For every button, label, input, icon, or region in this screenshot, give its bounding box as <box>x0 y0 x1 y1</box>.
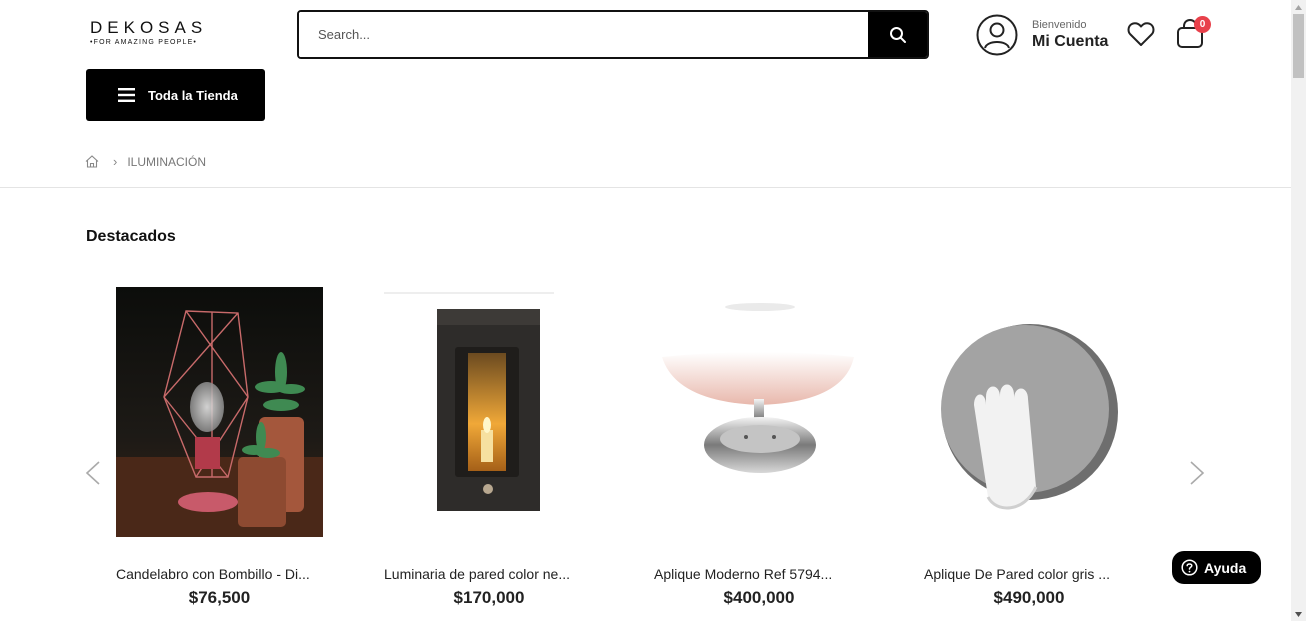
brand-name: DEKOSAS <box>90 18 208 37</box>
product-price: $490,000 <box>993 588 1065 607</box>
brand-logo[interactable]: DEKOSAS •FOR AMAZING PEOPLE• <box>90 18 208 47</box>
hamburger-icon <box>118 88 135 102</box>
search-input[interactable] <box>299 12 868 57</box>
heart-icon[interactable] <box>1127 21 1155 47</box>
home-icon[interactable] <box>85 155 99 168</box>
product-card[interactable]: Aplique Moderno Ref 5794... $400,000 <box>654 287 884 608</box>
scroll-up-arrow[interactable] <box>1291 0 1306 14</box>
chevron-right-icon[interactable] <box>1188 460 1206 486</box>
product-name[interactable]: Aplique Moderno Ref 5794... <box>654 566 864 582</box>
section-title: Destacados <box>86 228 176 245</box>
scroll-thumb[interactable] <box>1293 14 1304 78</box>
account-link[interactable]: Bienvenido Mi Cuenta <box>976 14 1108 56</box>
question-icon <box>1181 559 1198 576</box>
product-price: $76,500 <box>188 588 251 607</box>
product-image[interactable] <box>116 287 323 537</box>
breadcrumb-current: ILUMINACIÓN <box>127 154 207 169</box>
help-label: Ayuda <box>1204 559 1247 576</box>
all-store-label: Toda la Tienda <box>148 87 238 103</box>
chevron-left-icon[interactable] <box>84 460 102 486</box>
product-name[interactable]: Aplique De Pared color gris ... <box>924 566 1134 582</box>
chevron-right-icon: › <box>113 154 118 169</box>
page-scrollbar[interactable] <box>1291 0 1306 621</box>
cart-count-badge: 0 <box>1194 16 1211 33</box>
product-price: $400,000 <box>723 588 795 607</box>
product-price: $170,000 <box>453 588 525 607</box>
product-card[interactable]: Candelabro con Bombillo - Di... $76,500 <box>116 287 346 608</box>
account-welcome: Bienvenido <box>1032 18 1087 31</box>
product-name[interactable]: Candelabro con Bombillo - Di... <box>116 566 326 582</box>
search-button[interactable] <box>868 12 927 57</box>
product-card[interactable]: Luminaria de pared color ne... $170,000 <box>384 287 614 608</box>
product-card[interactable]: Aplique De Pared color gris ... $490,000 <box>924 287 1154 608</box>
site-header: DEKOSAS •FOR AMAZING PEOPLE• Bienvenido … <box>0 0 1291 188</box>
all-store-button[interactable]: Toda la Tienda <box>86 69 265 121</box>
product-image[interactable] <box>924 287 1131 537</box>
product-image[interactable] <box>654 287 861 537</box>
help-button[interactable]: Ayuda <box>1172 551 1261 584</box>
product-image[interactable] <box>384 287 591 537</box>
breadcrumb: › ILUMINACIÓN <box>85 154 206 169</box>
account-name: Mi Cuenta <box>1032 32 1109 50</box>
scroll-down-arrow[interactable] <box>1291 607 1306 621</box>
search-bar <box>297 10 929 59</box>
search-icon <box>889 26 906 43</box>
brand-tagline: •FOR AMAZING PEOPLE• <box>90 39 198 46</box>
user-icon <box>976 14 1018 56</box>
product-name[interactable]: Luminaria de pared color ne... <box>384 566 594 582</box>
